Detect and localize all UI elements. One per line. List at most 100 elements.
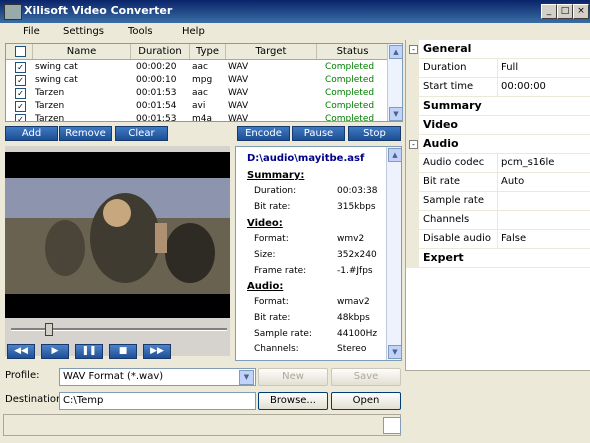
info-scrollbar[interactable]: ▲ ▼ bbox=[386, 147, 401, 360]
table-row[interactable]: ✓ Tarzen 00:01:53 aac WAV Completed bbox=[6, 87, 388, 100]
title-bar[interactable]: Xilisoft Video Converter _ □ × bbox=[0, 0, 590, 23]
play-button[interactable]: ▶ bbox=[41, 344, 69, 359]
property-value[interactable]: Full bbox=[501, 62, 518, 73]
scroll-down-icon[interactable]: ▼ bbox=[388, 345, 401, 359]
property-bit-rate[interactable]: Bit rate Auto bbox=[406, 173, 590, 192]
pause-button[interactable]: Pause bbox=[292, 126, 345, 141]
table-row[interactable]: ✓ Tarzen 00:01:53 m4a WAV Completed bbox=[6, 113, 388, 122]
property-grid[interactable]: - General Duration Full Start time 00:00… bbox=[405, 40, 590, 370]
status-indicator[interactable] bbox=[383, 417, 401, 434]
property-audio-codec[interactable]: Audio codec pcm_s16le bbox=[406, 154, 590, 173]
category-expert[interactable]: Expert bbox=[406, 249, 590, 268]
category-general[interactable]: - General bbox=[406, 40, 590, 59]
row-status: Completed bbox=[325, 62, 375, 72]
encode-button[interactable]: Encode bbox=[237, 126, 290, 141]
file-list[interactable]: Name Duration Type Target Status ✓ swing… bbox=[5, 43, 403, 122]
checkbox-icon[interactable]: ✓ bbox=[15, 114, 26, 121]
checkbox-icon[interactable]: ✓ bbox=[15, 75, 26, 86]
clear-button[interactable]: Clear bbox=[115, 126, 168, 141]
video-preview[interactable] bbox=[5, 152, 230, 318]
gutter bbox=[406, 249, 419, 267]
open-button[interactable]: Open bbox=[331, 392, 401, 410]
status-bar bbox=[3, 414, 401, 436]
column-type[interactable]: Type bbox=[190, 44, 226, 59]
property-sample-rate[interactable]: Sample rate bbox=[406, 192, 590, 211]
menu-settings[interactable]: Settings bbox=[63, 26, 104, 37]
table-row[interactable]: ✓ swing cat 00:00:10 mpg WAV Completed bbox=[6, 74, 388, 87]
property-value[interactable]: pcm_s16le bbox=[501, 157, 554, 168]
row-name: Tarzen bbox=[35, 101, 65, 111]
remove-button[interactable]: Remove bbox=[59, 126, 112, 141]
menu-tools[interactable]: Tools bbox=[128, 26, 153, 37]
category-summary[interactable]: Summary bbox=[406, 97, 590, 116]
info-video-title: Video: bbox=[247, 218, 283, 229]
property-description bbox=[405, 370, 590, 443]
checkbox-icon[interactable] bbox=[15, 46, 26, 57]
property-disable-audio[interactable]: Disable audio False bbox=[406, 230, 590, 249]
info-audio-title: Audio: bbox=[247, 281, 284, 292]
divider bbox=[497, 192, 498, 210]
column-duration[interactable]: Duration bbox=[131, 44, 190, 59]
category-label: Summary bbox=[423, 99, 482, 112]
property-key: Disable audio bbox=[423, 233, 491, 244]
row-target: WAV bbox=[228, 75, 249, 85]
gutter bbox=[406, 116, 419, 134]
property-value[interactable]: False bbox=[501, 233, 526, 244]
info-summary-title: Summary: bbox=[247, 170, 305, 181]
file-list-scrollbar[interactable]: ▲ ▼ bbox=[387, 44, 402, 121]
row-target: WAV bbox=[228, 62, 249, 72]
checkbox-icon[interactable]: ✓ bbox=[15, 62, 26, 73]
profile-select[interactable]: WAV Format (*.wav) ▼ bbox=[59, 368, 256, 386]
info-value: 44100Hz bbox=[337, 329, 378, 339]
menu-help[interactable]: Help bbox=[182, 26, 205, 37]
select-all-header[interactable] bbox=[6, 44, 33, 59]
add-button[interactable]: Add bbox=[5, 126, 58, 141]
row-duration: 00:01:53 bbox=[136, 114, 177, 122]
new-profile-button[interactable]: New bbox=[258, 368, 328, 386]
rewind-button[interactable]: ◀◀ bbox=[7, 344, 35, 359]
property-value[interactable]: 00:00:00 bbox=[501, 81, 546, 92]
column-name[interactable]: Name bbox=[33, 44, 131, 59]
category-label: General bbox=[423, 42, 472, 55]
property-start-time[interactable]: Start time 00:00:00 bbox=[406, 78, 590, 97]
main-window: Xilisoft Video Converter _ □ × File Sett… bbox=[0, 0, 590, 443]
column-target[interactable]: Target bbox=[226, 44, 317, 59]
stop-button[interactable]: Stop bbox=[348, 126, 401, 141]
close-button[interactable]: × bbox=[573, 4, 589, 19]
category-label: Audio bbox=[423, 137, 459, 150]
checkbox-icon[interactable]: ✓ bbox=[15, 101, 26, 112]
destination-input[interactable]: C:\Temp bbox=[59, 392, 256, 410]
property-duration[interactable]: Duration Full bbox=[406, 59, 590, 78]
chevron-down-icon[interactable]: ▼ bbox=[239, 370, 254, 385]
row-type: mpg bbox=[192, 75, 213, 85]
menu-file[interactable]: File bbox=[23, 26, 40, 37]
checkbox-icon[interactable]: ✓ bbox=[15, 88, 26, 99]
collapse-icon[interactable]: - bbox=[409, 45, 418, 54]
column-status[interactable]: Status bbox=[317, 44, 389, 59]
gutter bbox=[406, 154, 419, 172]
save-profile-button[interactable]: Save bbox=[331, 368, 401, 386]
browse-button[interactable]: Browse... bbox=[258, 392, 328, 410]
category-audio[interactable]: - Audio bbox=[406, 135, 590, 154]
property-channels[interactable]: Channels bbox=[406, 211, 590, 230]
fast-forward-button[interactable]: ▶▶ bbox=[143, 344, 171, 359]
row-status: Completed bbox=[325, 101, 375, 111]
stop-playback-button[interactable]: ■ bbox=[109, 344, 137, 359]
minimize-button[interactable]: _ bbox=[541, 4, 557, 19]
row-name: swing cat bbox=[35, 62, 78, 72]
scroll-up-icon[interactable]: ▲ bbox=[388, 148, 401, 162]
table-row[interactable]: ✓ Tarzen 00:01:54 avi WAV Completed bbox=[6, 100, 388, 113]
scroll-down-icon[interactable]: ▼ bbox=[389, 107, 402, 121]
seek-track[interactable] bbox=[11, 328, 227, 331]
maximize-button[interactable]: □ bbox=[557, 4, 573, 19]
gutter bbox=[406, 211, 419, 229]
row-name: Tarzen bbox=[35, 114, 65, 122]
collapse-icon[interactable]: - bbox=[409, 140, 418, 149]
category-video[interactable]: Video bbox=[406, 116, 590, 135]
seek-thumb[interactable] bbox=[44, 323, 53, 336]
property-value[interactable]: Auto bbox=[501, 176, 524, 187]
pause-playback-button[interactable]: ❚❚ bbox=[75, 344, 103, 359]
table-row[interactable]: ✓ swing cat 00:00:20 aac WAV Completed bbox=[6, 61, 388, 74]
scroll-up-icon[interactable]: ▲ bbox=[389, 45, 402, 59]
info-value: wmav2 bbox=[337, 297, 370, 307]
